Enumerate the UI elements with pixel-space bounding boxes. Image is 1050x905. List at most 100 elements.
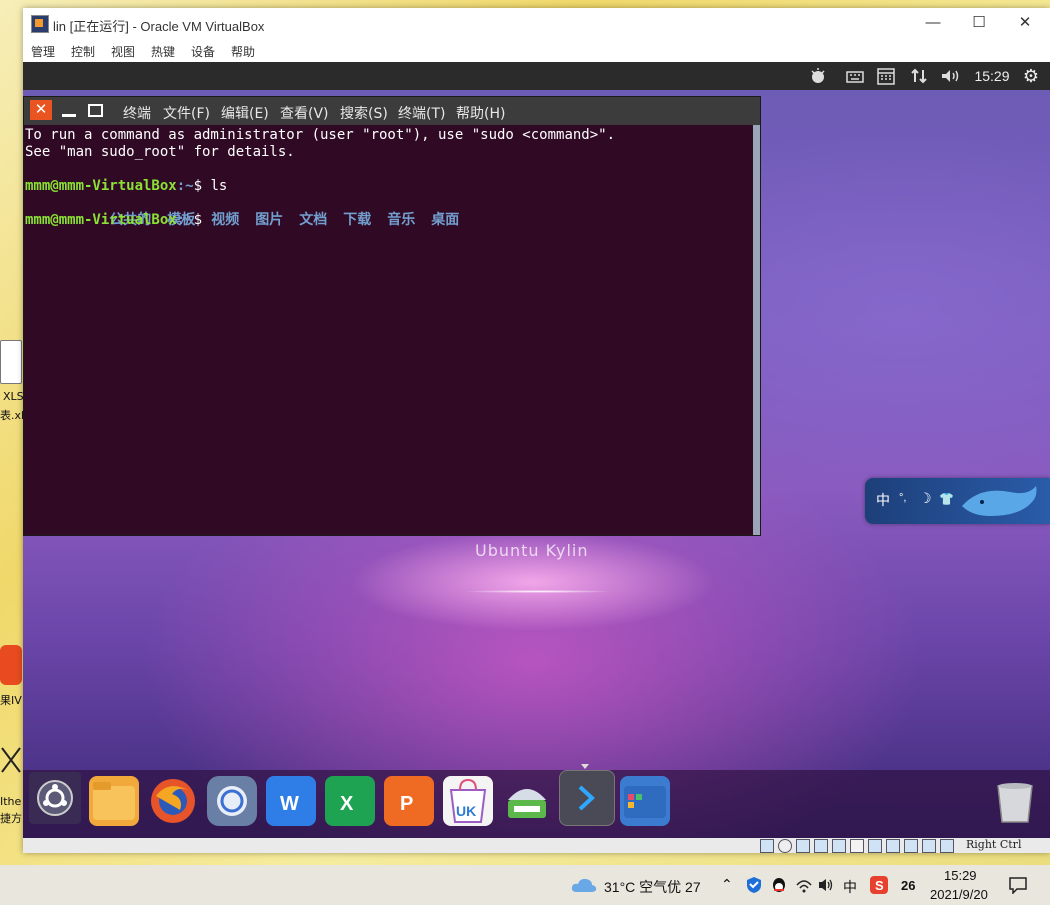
terminal-close-button[interactable]: ✕: [30, 100, 52, 120]
maximize-button[interactable]: ☐: [956, 8, 1002, 38]
file-manager-icon[interactable]: [89, 776, 139, 826]
wifi-icon[interactable]: [795, 877, 813, 893]
ime-punctuation-toggle[interactable]: °,: [899, 492, 906, 504]
prompt-sign: $: [193, 178, 211, 194]
vbox-menubar: 管理 控制 视图 热键 设备 帮助: [23, 38, 1050, 62]
wps-presentation-icon[interactable]: P: [384, 776, 434, 826]
terminal-menu-file[interactable]: 文件(F): [163, 103, 210, 123]
vbox-statusbar: Right Ctrl: [23, 838, 1050, 853]
ime-moon-icon[interactable]: ☽: [919, 490, 932, 507]
multitasking-icon[interactable]: [620, 776, 670, 826]
sogou-input-icon[interactable]: S: [870, 876, 888, 894]
network-status-icon[interactable]: [814, 839, 828, 853]
wps-spreadsheet-icon[interactable]: X: [325, 776, 375, 826]
night-mode-icon[interactable]: [807, 66, 829, 86]
firefox-icon[interactable]: [148, 776, 198, 826]
taskbar-date[interactable]: 2021/9/20: [930, 887, 988, 902]
terminal-output[interactable]: To run a command as administrator (user …: [24, 125, 753, 537]
svg-text:UK: UK: [456, 803, 476, 819]
hdd-status-icon[interactable]: [760, 839, 774, 853]
app-shortcut-icon[interactable]: [0, 645, 22, 685]
show-hidden-icons-icon[interactable]: ⌃: [721, 876, 733, 893]
terminal-menu-help[interactable]: 帮助(H): [456, 103, 505, 123]
weather-cloud-icon[interactable]: [571, 876, 597, 894]
wallpaper-glow: [463, 590, 613, 593]
terminal-maximize-button[interactable]: [88, 104, 103, 117]
prompt-user: mmm@mmm-VirtualBox: [25, 178, 177, 194]
shared-folder-icon[interactable]: [850, 839, 864, 853]
qq-penguin-icon[interactable]: [771, 876, 787, 894]
terminal-prompt-line: mmm@mmm-VirtualBox:~$ ls: [25, 178, 753, 195]
shortcut-label-1: Ithe: [0, 795, 22, 808]
shortcut-icon[interactable]: [0, 742, 22, 782]
security-shield-icon[interactable]: [746, 876, 762, 894]
software-center-icon[interactable]: UK: [443, 776, 493, 826]
xls-file-label-1: XLS: [3, 390, 24, 403]
speaker-icon[interactable]: [817, 877, 835, 893]
svg-text:W: W: [280, 793, 299, 815]
volume-icon[interactable]: [939, 66, 963, 86]
close-button[interactable]: ✕: [1002, 8, 1048, 38]
terminal-icon[interactable]: [559, 770, 615, 826]
taskbar-time[interactable]: 15:29: [944, 868, 977, 883]
terminal-menu-edit[interactable]: 编辑(E): [221, 103, 269, 123]
wallpaper-brand-label: Ubuntu Kylin: [475, 541, 589, 560]
dir-entry: 桌面: [431, 212, 460, 228]
action-center-icon[interactable]: [1008, 876, 1028, 894]
settings-gear-icon[interactable]: ⚙: [1020, 66, 1042, 86]
terminal-minimize-button[interactable]: [62, 101, 76, 119]
ls-output-line: 公共的 模板 视频 图片 文档 下载 音乐 桌面: [25, 195, 753, 228]
svg-text:S: S: [875, 878, 884, 893]
host-key-label: Right Ctrl: [966, 838, 1022, 851]
prompt-command: ls: [210, 178, 228, 194]
menu-devices[interactable]: 设备: [191, 43, 215, 60]
host-taskbar: 31°C 空气优 27 ⌃ 中 S 26 15:29 2021/9/20: [0, 865, 1050, 905]
network-icon[interactable]: [909, 66, 929, 86]
virtualbox-window: lin [正在运行] - Oracle VM VirtualBox — ☐ ✕ …: [23, 8, 1050, 853]
weather-text[interactable]: 31°C 空气优 27: [604, 877, 701, 897]
prompt-sign: $: [193, 212, 211, 228]
terminal-window[interactable]: ✕ 终端 文件(F) 编辑(E) 查看(V) 搜索(S) 终端(T) 帮助(H)…: [23, 96, 761, 536]
video-capture-icon[interactable]: [886, 839, 900, 853]
panel-clock[interactable]: 15:29: [971, 66, 1013, 86]
ime-whale-mascot-icon: [962, 486, 1037, 516]
cpu-status-icon[interactable]: [904, 839, 918, 853]
calendar-icon[interactable]: [876, 66, 896, 86]
xls-file-icon[interactable]: [0, 340, 22, 384]
ime-toolbar[interactable]: 中 °, ☽ 👕: [865, 478, 1050, 524]
notification-badge[interactable]: 26: [901, 878, 915, 893]
svg-text:P: P: [400, 793, 413, 815]
scanner-icon[interactable]: [502, 776, 552, 826]
optical-drive-icon[interactable]: [778, 839, 792, 853]
menu-help[interactable]: 帮助: [231, 43, 255, 60]
terminal-scrollbar[interactable]: [753, 125, 760, 535]
terminal-titlebar[interactable]: ✕ 终端 文件(F) 编辑(E) 查看(V) 搜索(S) 终端(T) 帮助(H): [24, 97, 760, 125]
usb-status-icon[interactable]: [832, 839, 846, 853]
chromium-icon[interactable]: [207, 776, 257, 826]
ime-mode-toggle[interactable]: 中: [876, 490, 890, 510]
ukui-menu-icon[interactable]: [29, 772, 81, 824]
dir-entry: 文档: [299, 212, 328, 228]
audio-status-icon[interactable]: [796, 839, 810, 853]
ime-indicator[interactable]: 中: [843, 877, 857, 897]
menu-view[interactable]: 视图: [111, 43, 135, 60]
menu-hotkey[interactable]: 热键: [151, 43, 175, 60]
terminal-app-menu[interactable]: 终端: [123, 103, 151, 123]
wps-writer-icon[interactable]: W: [266, 776, 316, 826]
guest-screen[interactable]: 15:29 ⚙ Ubuntu Kylin ✕ 终端 文件(F) 编辑(E) 查看…: [23, 62, 1050, 838]
terminal-menu-view[interactable]: 查看(V): [280, 103, 329, 123]
terminal-menu-search[interactable]: 搜索(S): [340, 103, 388, 123]
menu-control[interactable]: 控制: [71, 43, 95, 60]
vbox-titlebar[interactable]: lin [正在运行] - Oracle VM VirtualBox — ☐ ✕: [23, 8, 1050, 38]
display-status-icon[interactable]: [868, 839, 882, 853]
keyboard-capture-icon[interactable]: [940, 839, 954, 853]
menu-manage[interactable]: 管理: [31, 43, 55, 60]
trash-icon[interactable]: [990, 776, 1040, 826]
ime-skin-icon[interactable]: 👕: [939, 492, 954, 506]
terminal-line: See "man sudo_root" for details.: [25, 144, 295, 160]
minimize-button[interactable]: —: [910, 8, 956, 38]
terminal-menu-terminal[interactable]: 终端(T): [398, 103, 445, 123]
keyboard-icon[interactable]: [845, 66, 865, 86]
mouse-integration-icon[interactable]: [922, 839, 936, 853]
